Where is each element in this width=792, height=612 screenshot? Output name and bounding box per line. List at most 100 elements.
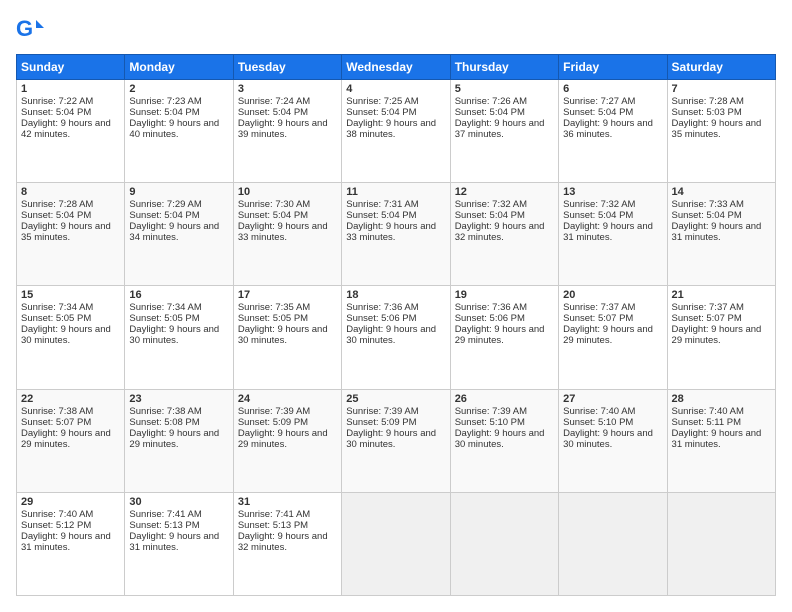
- day-info: Sunrise: 7:29 AMSunset: 5:04 PMDaylight:…: [129, 199, 219, 243]
- day-info: Sunrise: 7:24 AMSunset: 5:04 PMDaylight:…: [238, 96, 328, 140]
- day-number: 14: [672, 186, 771, 198]
- day-number: 30: [129, 496, 228, 508]
- day-number: 27: [563, 393, 662, 405]
- calendar-cell: 16Sunrise: 7:34 AMSunset: 5:05 PMDayligh…: [125, 286, 233, 389]
- day-info: Sunrise: 7:25 AMSunset: 5:04 PMDaylight:…: [346, 96, 436, 140]
- day-number: 23: [129, 393, 228, 405]
- day-number: 3: [238, 83, 337, 95]
- day-number: 15: [21, 289, 120, 301]
- day-number: 19: [455, 289, 554, 301]
- day-info: Sunrise: 7:34 AMSunset: 5:05 PMDaylight:…: [129, 302, 219, 346]
- day-number: 28: [672, 393, 771, 405]
- svg-text:G: G: [16, 16, 33, 41]
- day-info: Sunrise: 7:34 AMSunset: 5:05 PMDaylight:…: [21, 302, 111, 346]
- calendar-cell: 29Sunrise: 7:40 AMSunset: 5:12 PMDayligh…: [17, 492, 125, 595]
- calendar-cell: 4Sunrise: 7:25 AMSunset: 5:04 PMDaylight…: [342, 80, 450, 183]
- day-number: 24: [238, 393, 337, 405]
- day-info: Sunrise: 7:40 AMSunset: 5:12 PMDaylight:…: [21, 509, 111, 553]
- day-number: 25: [346, 393, 445, 405]
- day-info: Sunrise: 7:37 AMSunset: 5:07 PMDaylight:…: [672, 302, 762, 346]
- day-number: 16: [129, 289, 228, 301]
- day-number: 11: [346, 186, 445, 198]
- calendar-cell: 31Sunrise: 7:41 AMSunset: 5:13 PMDayligh…: [233, 492, 341, 595]
- day-number: 17: [238, 289, 337, 301]
- day-number: 2: [129, 83, 228, 95]
- calendar-week-3: 15Sunrise: 7:34 AMSunset: 5:05 PMDayligh…: [17, 286, 776, 389]
- logo: G: [16, 16, 48, 44]
- calendar-cell: 12Sunrise: 7:32 AMSunset: 5:04 PMDayligh…: [450, 183, 558, 286]
- header: G: [16, 16, 776, 44]
- calendar-week-2: 8Sunrise: 7:28 AMSunset: 5:04 PMDaylight…: [17, 183, 776, 286]
- day-number: 12: [455, 186, 554, 198]
- day-info: Sunrise: 7:38 AMSunset: 5:07 PMDaylight:…: [21, 406, 111, 450]
- day-number: 10: [238, 186, 337, 198]
- day-info: Sunrise: 7:31 AMSunset: 5:04 PMDaylight:…: [346, 199, 436, 243]
- calendar-cell: 17Sunrise: 7:35 AMSunset: 5:05 PMDayligh…: [233, 286, 341, 389]
- day-number: 4: [346, 83, 445, 95]
- weekday-header-monday: Monday: [125, 55, 233, 80]
- calendar-cell: 13Sunrise: 7:32 AMSunset: 5:04 PMDayligh…: [559, 183, 667, 286]
- day-number: 9: [129, 186, 228, 198]
- page: G SundayMondayTuesdayWednesdayThursdayFr…: [0, 0, 792, 612]
- day-number: 31: [238, 496, 337, 508]
- calendar-cell: 11Sunrise: 7:31 AMSunset: 5:04 PMDayligh…: [342, 183, 450, 286]
- weekday-header-thursday: Thursday: [450, 55, 558, 80]
- day-info: Sunrise: 7:35 AMSunset: 5:05 PMDaylight:…: [238, 302, 328, 346]
- weekday-header-row: SundayMondayTuesdayWednesdayThursdayFrid…: [17, 55, 776, 80]
- calendar-cell: 24Sunrise: 7:39 AMSunset: 5:09 PMDayligh…: [233, 389, 341, 492]
- calendar-cell: 22Sunrise: 7:38 AMSunset: 5:07 PMDayligh…: [17, 389, 125, 492]
- calendar-cell: 9Sunrise: 7:29 AMSunset: 5:04 PMDaylight…: [125, 183, 233, 286]
- calendar-cell: 2Sunrise: 7:23 AMSunset: 5:04 PMDaylight…: [125, 80, 233, 183]
- day-info: Sunrise: 7:28 AMSunset: 5:03 PMDaylight:…: [672, 96, 762, 140]
- day-info: Sunrise: 7:28 AMSunset: 5:04 PMDaylight:…: [21, 199, 111, 243]
- calendar-cell: 8Sunrise: 7:28 AMSunset: 5:04 PMDaylight…: [17, 183, 125, 286]
- day-info: Sunrise: 7:39 AMSunset: 5:09 PMDaylight:…: [238, 406, 328, 450]
- day-info: Sunrise: 7:41 AMSunset: 5:13 PMDaylight:…: [129, 509, 219, 553]
- calendar-cell: [559, 492, 667, 595]
- day-info: Sunrise: 7:37 AMSunset: 5:07 PMDaylight:…: [563, 302, 653, 346]
- calendar-cell: 26Sunrise: 7:39 AMSunset: 5:10 PMDayligh…: [450, 389, 558, 492]
- calendar-table: SundayMondayTuesdayWednesdayThursdayFrid…: [16, 54, 776, 596]
- calendar-cell: 14Sunrise: 7:33 AMSunset: 5:04 PMDayligh…: [667, 183, 775, 286]
- day-number: 5: [455, 83, 554, 95]
- day-number: 21: [672, 289, 771, 301]
- day-number: 7: [672, 83, 771, 95]
- logo-icon: G: [16, 16, 44, 44]
- day-info: Sunrise: 7:26 AMSunset: 5:04 PMDaylight:…: [455, 96, 545, 140]
- calendar-week-4: 22Sunrise: 7:38 AMSunset: 5:07 PMDayligh…: [17, 389, 776, 492]
- calendar-cell: 15Sunrise: 7:34 AMSunset: 5:05 PMDayligh…: [17, 286, 125, 389]
- day-info: Sunrise: 7:27 AMSunset: 5:04 PMDaylight:…: [563, 96, 653, 140]
- day-info: Sunrise: 7:36 AMSunset: 5:06 PMDaylight:…: [455, 302, 545, 346]
- day-info: Sunrise: 7:33 AMSunset: 5:04 PMDaylight:…: [672, 199, 762, 243]
- day-info: Sunrise: 7:22 AMSunset: 5:04 PMDaylight:…: [21, 96, 111, 140]
- calendar-cell: 10Sunrise: 7:30 AMSunset: 5:04 PMDayligh…: [233, 183, 341, 286]
- day-info: Sunrise: 7:40 AMSunset: 5:11 PMDaylight:…: [672, 406, 762, 450]
- calendar-cell: [342, 492, 450, 595]
- calendar-cell: 1Sunrise: 7:22 AMSunset: 5:04 PMDaylight…: [17, 80, 125, 183]
- weekday-header-saturday: Saturday: [667, 55, 775, 80]
- day-number: 13: [563, 186, 662, 198]
- day-info: Sunrise: 7:41 AMSunset: 5:13 PMDaylight:…: [238, 509, 328, 553]
- day-info: Sunrise: 7:40 AMSunset: 5:10 PMDaylight:…: [563, 406, 653, 450]
- calendar-cell: 5Sunrise: 7:26 AMSunset: 5:04 PMDaylight…: [450, 80, 558, 183]
- weekday-header-friday: Friday: [559, 55, 667, 80]
- calendar-cell: 18Sunrise: 7:36 AMSunset: 5:06 PMDayligh…: [342, 286, 450, 389]
- day-number: 8: [21, 186, 120, 198]
- day-info: Sunrise: 7:39 AMSunset: 5:10 PMDaylight:…: [455, 406, 545, 450]
- calendar-week-1: 1Sunrise: 7:22 AMSunset: 5:04 PMDaylight…: [17, 80, 776, 183]
- calendar-cell: [667, 492, 775, 595]
- calendar-cell: 27Sunrise: 7:40 AMSunset: 5:10 PMDayligh…: [559, 389, 667, 492]
- day-number: 26: [455, 393, 554, 405]
- day-info: Sunrise: 7:36 AMSunset: 5:06 PMDaylight:…: [346, 302, 436, 346]
- day-number: 18: [346, 289, 445, 301]
- calendar-week-5: 29Sunrise: 7:40 AMSunset: 5:12 PMDayligh…: [17, 492, 776, 595]
- day-number: 20: [563, 289, 662, 301]
- day-info: Sunrise: 7:30 AMSunset: 5:04 PMDaylight:…: [238, 199, 328, 243]
- weekday-header-sunday: Sunday: [17, 55, 125, 80]
- day-info: Sunrise: 7:39 AMSunset: 5:09 PMDaylight:…: [346, 406, 436, 450]
- calendar-cell: 28Sunrise: 7:40 AMSunset: 5:11 PMDayligh…: [667, 389, 775, 492]
- calendar-cell: 7Sunrise: 7:28 AMSunset: 5:03 PMDaylight…: [667, 80, 775, 183]
- day-info: Sunrise: 7:38 AMSunset: 5:08 PMDaylight:…: [129, 406, 219, 450]
- calendar-cell: 20Sunrise: 7:37 AMSunset: 5:07 PMDayligh…: [559, 286, 667, 389]
- weekday-header-tuesday: Tuesday: [233, 55, 341, 80]
